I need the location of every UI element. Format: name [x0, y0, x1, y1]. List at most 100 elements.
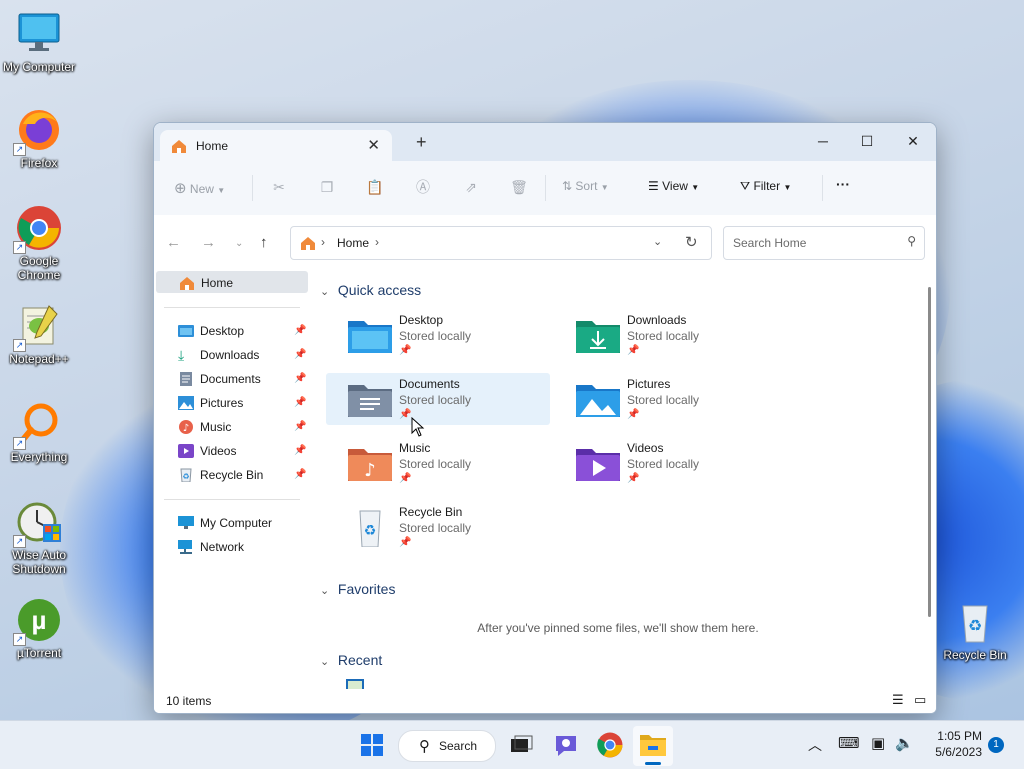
copy-icon[interactable]: ❐	[318, 179, 336, 195]
delete-icon[interactable]: 🗑	[510, 179, 528, 195]
nav-item-documents[interactable]: Documents 📌	[178, 369, 308, 389]
nav-item-label: Pictures	[200, 396, 244, 410]
tiles-view-icon[interactable]: ▭	[914, 692, 926, 708]
network-status-icon[interactable]: ▣	[871, 734, 885, 752]
refresh-icon[interactable]: ↻	[685, 233, 698, 251]
paste-icon[interactable]: 📋	[366, 179, 384, 195]
downloads-folder-icon	[576, 317, 620, 355]
maximize-button[interactable]: ☐	[845, 127, 889, 155]
close-button[interactable]: ✕	[891, 127, 935, 155]
taskbar-search-button[interactable]: ⚲ Search	[398, 730, 496, 762]
section-title: Recent	[337, 652, 383, 668]
back-arrow-icon[interactable]: ←	[166, 234, 181, 251]
nav-item-network[interactable]: Network	[178, 537, 308, 557]
recent-locations-chevron-icon[interactable]: ⌄	[235, 238, 243, 249]
pin-icon[interactable]: 📌	[294, 369, 306, 389]
chrome-icon	[597, 732, 623, 758]
minimize-button[interactable]: ─	[801, 127, 845, 155]
quick-access-item-desktop[interactable]: Desktop Stored locally 📌	[326, 309, 550, 361]
taskbar-file-explorer-button[interactable]	[633, 726, 673, 766]
item-subtitle: Stored locally	[627, 457, 700, 471]
breadcrumb-home[interactable]: Home	[337, 236, 369, 250]
item-name: Music	[399, 441, 431, 455]
notification-badge[interactable]: 1	[988, 737, 1004, 753]
favorites-header[interactable]: ⌄ Favorites	[320, 581, 395, 597]
quick-access-item-documents[interactable]: Documents Stored locally 📌	[326, 373, 550, 425]
desktop-icon-label: Google Chrome	[17, 254, 61, 282]
folder-icon	[640, 735, 666, 756]
sort-button[interactable]: ⇅ Sort ▼	[562, 179, 609, 193]
toolbar-divider	[822, 175, 823, 201]
new-button[interactable]: ⊕ New ▼	[174, 179, 225, 197]
home-icon	[170, 138, 188, 157]
view-button[interactable]: ☰ View ▼	[648, 179, 699, 193]
desktop-icon-everything[interactable]: ↗ Everything	[1, 400, 77, 464]
quick-access-item-downloads[interactable]: Downloads Stored locally 📌	[554, 309, 778, 361]
nav-item-my-computer[interactable]: My Computer	[178, 513, 308, 533]
desktop-folder-icon	[178, 324, 194, 338]
pin-icon[interactable]: 📌	[294, 393, 306, 413]
recycle-bin-icon: ♻	[348, 509, 392, 548]
breadcrumb-chevron-icon[interactable]: ›	[375, 235, 379, 249]
favorites-empty-message: After you've pinned some files, we'll sh…	[477, 621, 759, 635]
quick-access-item-recycle-bin[interactable]: ♻ Recycle Bin Stored locally 📌	[326, 501, 550, 553]
search-box[interactable]: Search Home ⚲	[723, 226, 925, 260]
clock[interactable]: 1:05 PM 5/6/2023	[922, 729, 982, 759]
pin-icon: 📌	[627, 473, 640, 484]
desktop-icon-wise-auto-shutdown[interactable]: ↗ Wise Auto Shutdown	[1, 498, 77, 576]
scrollbar[interactable]	[928, 287, 931, 617]
status-bar: 10 items ☰ ▭	[154, 689, 936, 713]
pin-icon[interactable]: 📌	[294, 321, 306, 341]
chat-button[interactable]	[551, 730, 581, 760]
quick-access-item-videos[interactable]: Videos Stored locally 📌	[554, 437, 778, 489]
shortcut-arrow-icon: ↗	[13, 143, 26, 156]
up-arrow-icon[interactable]: ↑	[260, 234, 268, 251]
show-hidden-icons-chevron-icon[interactable]: ︿	[808, 735, 822, 755]
svg-text:µ: µ	[32, 605, 47, 635]
nav-item-home[interactable]: Home	[156, 271, 308, 293]
address-dropdown-icon[interactable]: ⌄	[653, 235, 662, 248]
start-button[interactable]	[357, 730, 387, 760]
address-bar[interactable]: › Home › ⌄ ↻	[290, 226, 712, 260]
search-input[interactable]: Search Home	[733, 236, 806, 250]
nav-item-downloads[interactable]: ⤓ Downloads 📌	[178, 345, 308, 365]
shortcut-arrow-icon: ↗	[13, 535, 26, 548]
task-view-button[interactable]	[506, 730, 536, 760]
nav-item-recycle-bin[interactable]: ♻ Recycle Bin 📌	[178, 465, 308, 485]
cut-icon[interactable]: ✂	[270, 179, 288, 195]
forward-arrow-icon[interactable]: →	[201, 234, 216, 251]
nav-item-pictures[interactable]: Pictures 📌	[178, 393, 308, 413]
pin-icon[interactable]: 📌	[294, 417, 306, 437]
recent-header[interactable]: ⌄ Recent	[320, 652, 382, 668]
nav-item-desktop[interactable]: Desktop 📌	[178, 321, 308, 341]
quick-access-item-music[interactable]: ♪ Music Stored locally 📌	[326, 437, 550, 489]
taskbar-chrome-button[interactable]	[595, 730, 625, 760]
desktop-icon-my-computer[interactable]: My Computer	[1, 10, 77, 74]
item-name: Videos	[627, 441, 664, 455]
quick-access-header[interactable]: ⌄ Quick access	[320, 282, 421, 298]
pin-icon[interactable]: 📌	[294, 345, 306, 365]
details-view-icon[interactable]: ☰	[892, 692, 904, 708]
desktop-icon-utorrent[interactable]: µ ↗ µTorrent	[1, 596, 77, 660]
nav-item-label: Videos	[200, 444, 237, 458]
pin-icon[interactable]: 📌	[294, 441, 306, 461]
desktop-icon-notepad-plus-plus[interactable]: ↗ Notepad++	[1, 302, 77, 366]
filter-button[interactable]: ⛛ Filter ▼	[740, 179, 791, 194]
nav-item-music[interactable]: ♪ Music 📌	[178, 417, 308, 437]
close-tab-icon[interactable]: ✕	[367, 136, 380, 154]
desktop-icon-firefox[interactable]: ↗ Firefox	[1, 106, 77, 170]
keyboard-icon[interactable]: ⌨	[838, 734, 860, 752]
rename-icon[interactable]: Ⓐ	[414, 179, 432, 195]
pin-icon[interactable]: 📌	[294, 465, 306, 485]
more-options-button[interactable]: ···	[836, 176, 850, 192]
desktop-icon-recycle-bin[interactable]: ♻ Recycle Bin	[937, 598, 1013, 662]
volume-icon[interactable]: 🔈	[895, 734, 914, 752]
share-icon[interactable]: ⇗	[462, 179, 480, 195]
desktop-icon-google-chrome[interactable]: ↗ Google Chrome	[1, 204, 77, 282]
item-subtitle: Stored locally	[399, 329, 472, 343]
new-tab-button[interactable]: +	[416, 132, 427, 153]
tab-home[interactable]: Home ✕	[160, 130, 392, 161]
desktop-icon-label: My Computer	[2, 60, 76, 74]
nav-item-videos[interactable]: Videos 📌	[178, 441, 308, 461]
quick-access-item-pictures[interactable]: Pictures Stored locally 📌	[554, 373, 778, 425]
